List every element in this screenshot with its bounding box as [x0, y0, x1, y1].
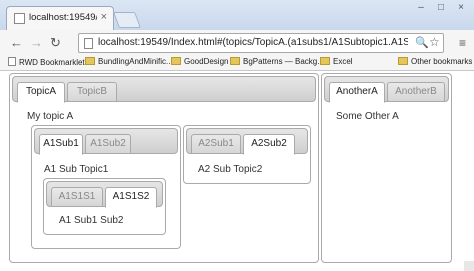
tab-title: localhost:19549/Index.htm: [29, 12, 97, 23]
wrench-icon[interactable]: ≡: [459, 36, 466, 50]
tab-a2sub2[interactable]: A2Sub2: [243, 134, 295, 155]
bookmark-item[interactable]: Excel: [320, 57, 353, 66]
browser-tab[interactable]: localhost:19549/Index.htm ×: [6, 6, 114, 30]
close-window-button[interactable]: ×: [454, 3, 468, 14]
a1-content: A1 Sub Topic1: [44, 164, 109, 175]
title-bar: localhost:19549/Index.htm × – □ ×: [0, 0, 474, 30]
forward-button[interactable]: →: [30, 36, 43, 49]
topics-widget: TopicA TopicB My topic A A1Sub1 A1Sub2 A…: [9, 73, 319, 263]
tab-a1s1s1[interactable]: A1S1S1: [51, 187, 103, 207]
another-tabbar: AnotherA AnotherB: [324, 76, 449, 103]
bookmark-item[interactable]: BgPatterns — Backg...: [230, 57, 324, 66]
folder-icon: [85, 57, 95, 65]
a1s1-tabbar: A1S1S1 A1S1S2: [46, 181, 163, 208]
a1-tabbar: A1Sub1 A1Sub2: [34, 128, 178, 155]
a2-content: A2 Sub Topic2: [198, 164, 263, 175]
bookmarks-bar: RWD Bookmarklet BundlingAndMinific... Go…: [0, 56, 474, 71]
folder-icon: [398, 57, 408, 65]
topics-tabbar: TopicA TopicB: [12, 76, 316, 103]
star-icon[interactable]: ☆: [429, 35, 440, 49]
tab-a2sub1[interactable]: A2Sub1: [191, 134, 241, 154]
scrollbar-corner: [464, 261, 474, 271]
a2-tabbar: A2Sub1 A2Sub2: [186, 128, 308, 155]
a2-sub-widget: A2Sub1 A2Sub2 A2 Sub Topic2: [183, 125, 311, 184]
url-text[interactable]: localhost:19549/Index.html#(topics/Topic…: [98, 37, 408, 48]
tab-topic-b[interactable]: TopicB: [67, 82, 117, 102]
minimize-button[interactable]: –: [414, 3, 428, 14]
other-bookmarks[interactable]: Other bookmarks: [398, 57, 472, 66]
another-widget: AnotherA AnotherB Some Other A: [321, 73, 452, 263]
page-icon: [84, 38, 93, 49]
folder-icon: [320, 57, 330, 65]
new-tab-button[interactable]: [113, 12, 141, 28]
page-viewport: TopicA TopicB My topic A A1Sub1 A1Sub2 A…: [0, 71, 474, 271]
bookmark-item[interactable]: BundlingAndMinific...: [85, 57, 173, 66]
folder-icon: [171, 57, 181, 65]
tab-a1sub1[interactable]: A1Sub1: [39, 134, 83, 155]
tab-a1sub2[interactable]: A1Sub2: [85, 134, 131, 154]
bookmark-item[interactable]: GoodDesign: [171, 57, 228, 66]
page-icon: [8, 57, 16, 66]
a1-sub-widget: A1Sub1 A1Sub2 A1 Sub Topic1 A1S1S1 A1S1S…: [31, 125, 181, 249]
browser-toolbar: ← → ↻ localhost:19549/Index.html#(topics…: [0, 30, 474, 56]
tab-a1s1s2[interactable]: A1S1S2: [105, 187, 157, 208]
bookmark-item[interactable]: RWD Bookmarklet: [8, 57, 85, 67]
maximize-button[interactable]: □: [434, 3, 448, 14]
a1s1-sub-widget: A1S1S1 A1S1S2 A1 Sub1 Sub2: [43, 178, 166, 235]
page-icon: [14, 13, 25, 24]
close-tab-icon[interactable]: ×: [101, 11, 107, 23]
topic-heading: My topic A: [27, 111, 74, 122]
folder-icon: [230, 57, 240, 65]
tab-topic-a[interactable]: TopicA: [17, 82, 65, 103]
search-icon[interactable]: 🔍: [415, 36, 429, 49]
a1s1-content: A1 Sub1 Sub2: [59, 215, 124, 226]
reload-button[interactable]: ↻: [50, 36, 61, 49]
address-bar[interactable]: localhost:19549/Index.html#(topics/Topic…: [78, 33, 444, 53]
tab-another-a[interactable]: AnotherA: [329, 82, 385, 103]
tab-another-b[interactable]: AnotherB: [387, 82, 445, 102]
back-button[interactable]: ←: [10, 36, 23, 49]
another-content: Some Other A: [336, 111, 399, 122]
